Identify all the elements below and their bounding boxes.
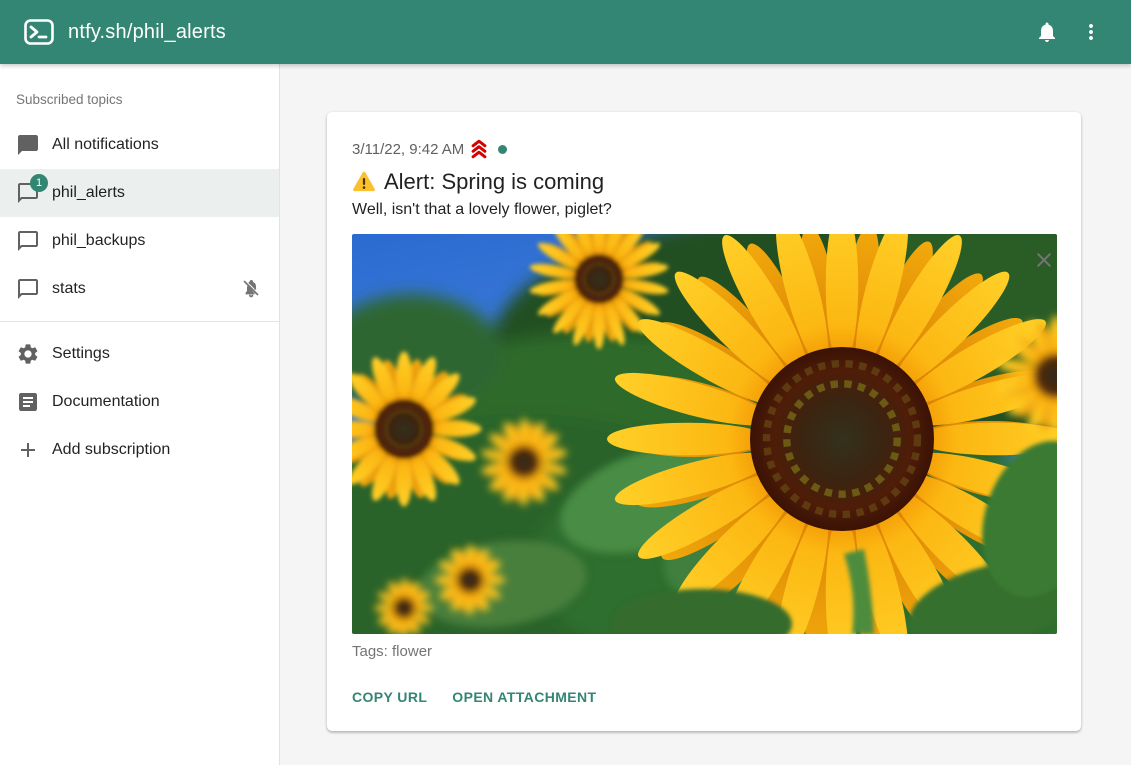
chat-outline-icon: 1 — [16, 181, 40, 205]
notifications-bell-button[interactable] — [1025, 10, 1069, 54]
sidebar-item-documentation[interactable]: Documentation — [0, 378, 279, 426]
more-vert-icon — [1079, 20, 1103, 44]
copy-url-button[interactable]: COPY URL — [352, 685, 427, 709]
sidebar-item-label: Add subscription — [52, 441, 263, 459]
article-icon — [16, 390, 40, 414]
sidebar-item-all-notifications[interactable]: All notifications — [0, 121, 279, 169]
priority-max-icon — [468, 138, 490, 160]
sidebar-item-label: phil_backups — [52, 232, 263, 250]
notifications-off-icon — [239, 277, 263, 301]
sidebar-item-add-subscription[interactable]: Add subscription — [0, 426, 279, 474]
sidebar-item-settings[interactable]: Settings — [0, 330, 279, 378]
notification-title: Alert: Spring is coming — [352, 169, 1057, 195]
overflow-menu-button[interactable] — [1069, 10, 1113, 54]
page-title: ntfy.sh/phil_alerts — [68, 21, 1025, 44]
notification-meta-row: 3/11/22, 9:42 AM — [352, 138, 1057, 160]
ntfy-terminal-logo-icon — [24, 19, 54, 45]
notification-card: 3/11/22, 9:42 AM Alert: Spring is coming… — [327, 112, 1081, 731]
plus-icon — [16, 438, 40, 462]
sidebar-item-label: phil_alerts — [52, 184, 263, 202]
main-content: 3/11/22, 9:42 AM Alert: Spring is coming… — [281, 64, 1131, 765]
close-notification-button[interactable] — [1031, 248, 1057, 274]
unread-count-badge: 1 — [30, 174, 48, 192]
close-icon — [1032, 248, 1056, 272]
notification-body: Well, isn't that a lovely flower, piglet… — [352, 201, 1057, 219]
open-attachment-button[interactable]: OPEN ATTACHMENT — [452, 685, 596, 709]
sidebar-item-phil-alerts[interactable]: 1 phil_alerts — [0, 169, 279, 217]
chat-outline-icon — [16, 277, 40, 301]
app-bar: ntfy.sh/phil_alerts — [0, 0, 1131, 64]
timestamp: 3/11/22, 9:42 AM — [352, 141, 464, 158]
sidebar-item-label: Documentation — [52, 393, 263, 411]
chat-filled-icon — [16, 133, 40, 157]
card-actions: COPY URL OPEN ATTACHMENT — [352, 685, 1057, 709]
sidebar: Subscribed topics All notifications 1 ph… — [0, 64, 280, 765]
gear-icon — [16, 342, 40, 366]
subscribed-topics-label: Subscribed topics — [0, 84, 279, 121]
chat-outline-icon — [16, 229, 40, 253]
attachment-image-sunflowers[interactable] — [352, 234, 1057, 634]
sidebar-item-stats[interactable]: stats — [0, 265, 279, 313]
bell-icon — [1035, 20, 1059, 44]
unread-dot — [498, 145, 507, 154]
sidebar-item-label: stats — [52, 280, 239, 298]
sidebar-item-label: Settings — [52, 345, 263, 363]
warning-icon — [352, 171, 376, 193]
sidebar-item-label: All notifications — [52, 136, 263, 154]
tags-text: Tags: flower — [352, 643, 1057, 660]
sidebar-item-phil-backups[interactable]: phil_backups — [0, 217, 279, 265]
sidebar-divider — [0, 321, 279, 322]
